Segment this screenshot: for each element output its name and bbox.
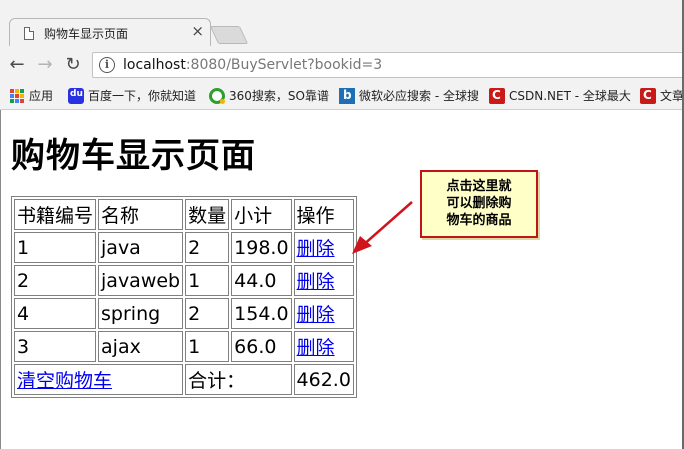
header-cell: 名称 [98, 199, 184, 230]
callout-line: 点击这里就 [446, 179, 512, 194]
table-row: 3 ajax 1 66.0 删除 [14, 331, 354, 362]
bookmark-articles[interactable]: 文章 [640, 87, 684, 105]
book-id-cell: 4 [14, 298, 97, 329]
header-cell: 数量 [185, 199, 230, 230]
bookmark-label: 360搜索，SO靠谱 [229, 89, 329, 103]
delete-link[interactable]: 删除 [297, 271, 335, 293]
bookmark-360[interactable]: 360搜索，SO靠谱 [209, 87, 329, 105]
csdn-icon [640, 87, 656, 104]
action-cell: 删除 [293, 265, 354, 296]
table-header-row: 书籍编号 名称 数量 小计 操作 [14, 199, 354, 230]
apps-icon [10, 88, 24, 103]
tab-title: 购物车显示页面 [44, 27, 129, 41]
clear-cart-link[interactable]: 清空购物车 [17, 370, 112, 392]
bookmark-baidu[interactable]: 百度一下，你就知道 [68, 87, 196, 105]
subtotal-cell: 66.0 [231, 331, 292, 362]
bookmark-label: 百度一下，你就知道 [88, 89, 197, 103]
quantity-cell: 1 [185, 265, 230, 296]
quantity-cell: 2 [185, 232, 230, 263]
csdn-icon [489, 87, 505, 104]
360-search-icon [209, 87, 225, 104]
table-row: 4 spring 2 154.0 删除 [14, 298, 354, 329]
table-footer-row: 清空购物车 合计： 462.0 [14, 364, 354, 395]
action-cell: 删除 [293, 331, 354, 362]
page-icon [24, 27, 34, 40]
total-value-cell: 462.0 [293, 364, 354, 395]
subtotal-cell: 44.0 [231, 265, 292, 296]
new-tab-button[interactable] [209, 26, 249, 44]
browser-chrome: 购物车显示页面 × ← → ↻ i localhost:8080/BuyServ… [0, 0, 684, 110]
book-name-cell: ajax [98, 331, 184, 362]
toolbar: ← → ↻ i localhost:8080/BuyServlet?bookid… [0, 46, 684, 84]
header-cell: 小计 [231, 199, 292, 230]
action-cell: 删除 [293, 232, 354, 263]
subtotal-cell: 198.0 [231, 232, 292, 263]
info-icon[interactable]: i [99, 57, 115, 73]
arrow-shaft [361, 201, 413, 247]
bookmark-apps[interactable]: 应用 [10, 87, 53, 105]
bookmark-csdn[interactable]: CSDN.NET - 全球最大 [489, 87, 631, 105]
table-row: 1 java 2 198.0 删除 [14, 232, 354, 263]
callout-line: 物车的商品 [446, 213, 512, 228]
bookmark-label: 微软必应搜索 - 全球搜 [359, 89, 479, 103]
address-bar[interactable]: i localhost:8080/BuyServlet?bookid=3 [92, 52, 684, 78]
url-host: localhost [123, 57, 186, 73]
book-name-cell: javaweb [98, 265, 184, 296]
delete-link[interactable]: 删除 [297, 238, 335, 260]
window-left-border [0, 110, 1, 449]
bookmark-label: 文章 [660, 89, 684, 103]
quantity-cell: 1 [185, 331, 230, 362]
baidu-icon [68, 87, 84, 104]
tab-strip: 购物车显示页面 × [0, 0, 684, 46]
delete-link[interactable]: 删除 [297, 304, 335, 326]
book-name-cell: java [98, 232, 184, 263]
header-cell: 操作 [293, 199, 354, 230]
bing-icon [339, 87, 355, 104]
bookmarks-bar: 应用 百度一下，你就知道 360搜索，SO靠谱 微软必应搜索 - 全球搜 CSD… [0, 84, 684, 108]
book-id-cell: 2 [14, 265, 97, 296]
browser-tab[interactable]: 购物车显示页面 × [9, 18, 211, 46]
book-id-cell: 1 [14, 232, 97, 263]
callout-line: 可以删除购 [446, 196, 512, 211]
action-cell: 删除 [293, 298, 354, 329]
page-content: 购物车显示页面 书籍编号 名称 数量 小计 操作 1 java 2 198.0 … [0, 110, 684, 449]
bookmark-bing[interactable]: 微软必应搜索 - 全球搜 [339, 87, 479, 105]
quantity-cell: 2 [185, 298, 230, 329]
reload-icon[interactable]: ↻ [62, 54, 84, 76]
bookmark-label: CSDN.NET - 全球最大 [509, 89, 631, 103]
subtotal-cell: 154.0 [231, 298, 292, 329]
total-label-cell: 合计： [185, 364, 292, 395]
url-path: :8080/BuyServlet?bookid=3 [185, 57, 383, 73]
url-text[interactable]: localhost:8080/BuyServlet?bookid=3 [123, 57, 382, 73]
forward-arrow-icon[interactable]: → [34, 54, 56, 76]
close-icon[interactable]: × [191, 22, 204, 40]
bookmark-label: 应用 [29, 89, 54, 103]
back-arrow-icon[interactable]: ← [6, 54, 28, 76]
book-name-cell: spring [98, 298, 184, 329]
clear-cart-cell: 清空购物车 [14, 364, 184, 395]
delete-link[interactable]: 删除 [297, 337, 335, 359]
header-cell: 书籍编号 [14, 199, 97, 230]
annotation-callout: 点击这里就 可以删除购 物车的商品 [420, 170, 538, 238]
table-row: 2 javaweb 1 44.0 删除 [14, 265, 354, 296]
book-id-cell: 3 [14, 331, 97, 362]
cart-table: 书籍编号 名称 数量 小计 操作 1 java 2 198.0 删除 2 jav… [11, 196, 357, 398]
page-title: 购物车显示页面 [11, 136, 256, 176]
